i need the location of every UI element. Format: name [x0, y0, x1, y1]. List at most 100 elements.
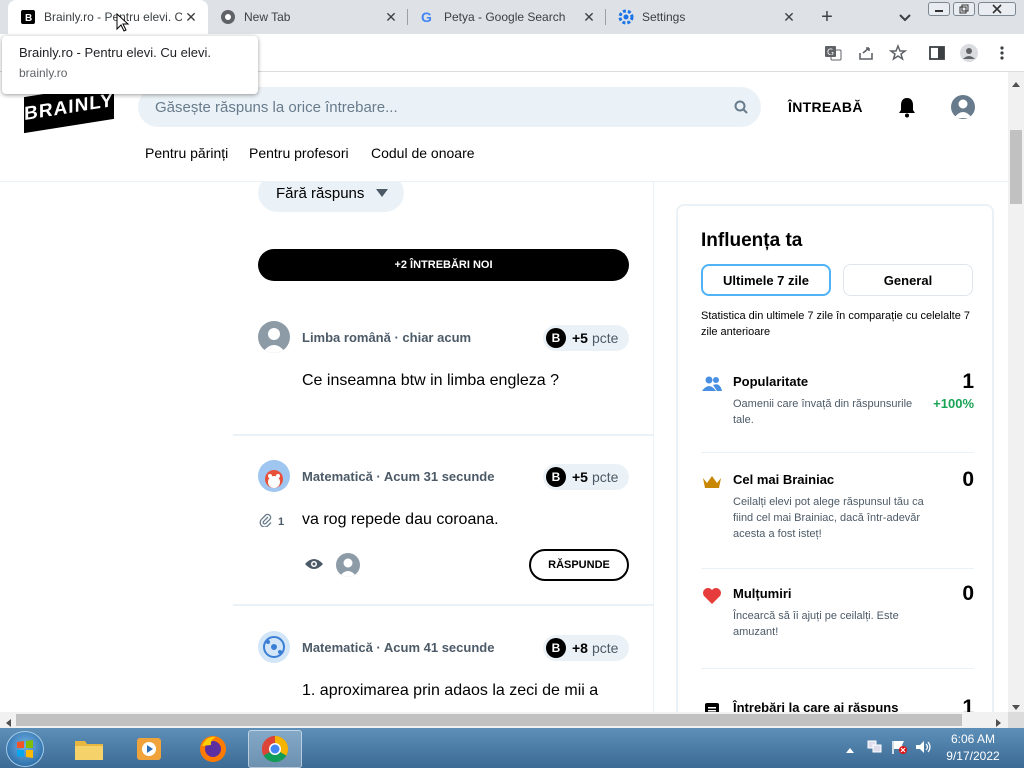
chevron-down-icon [376, 189, 389, 197]
points-value: +5 [572, 469, 588, 485]
stat-value: 1 [962, 370, 974, 393]
taskbar-clock[interactable]: 6:06 AM 9/17/2022 [940, 731, 1006, 765]
question-separator [233, 604, 653, 606]
tab-title: New Tab [244, 10, 291, 24]
nav-link-teachers[interactable]: Pentru profesori [249, 145, 349, 161]
stat-thanks: Mulțumiri 0 Încearcă să îi ajuți pe ceil… [701, 582, 974, 640]
menu-kebab-icon[interactable] [992, 43, 1012, 63]
tab-google-search[interactable]: G Petya - Google Search ✕ [408, 0, 606, 34]
brainly-points-icon: B [546, 467, 566, 487]
firefox-icon[interactable] [186, 730, 240, 768]
nav-link-parents[interactable]: Pentru părinți [145, 145, 228, 161]
tab-brainly[interactable]: B Brainly.ro - Pentru elevi. C ✕ [8, 0, 208, 34]
search-placeholder: Găsește răspuns la orice întrebare... [155, 98, 398, 116]
tray-expand-icon[interactable] [845, 741, 855, 759]
new-questions-button[interactable]: +2 ÎNTREBĂRI NOI [258, 249, 629, 281]
tab-title: Brainly.ro - Pentru elevi. C [44, 10, 182, 24]
stat-description: Ceilalți elevi pot alege răspunsul tău c… [733, 496, 924, 540]
vertical-scroll-thumb[interactable] [1010, 130, 1022, 204]
nav-link-honor-code[interactable]: Codul de onoare [371, 145, 475, 161]
chrome-taskbar-icon[interactable] [248, 730, 302, 768]
points-unit: pcte [591, 469, 619, 485]
tab-last-7-days[interactable]: Ultimele 7 zile [701, 264, 831, 296]
people-icon [701, 374, 723, 394]
settings-gear-icon [618, 9, 634, 25]
tooltip-url: brainly.ro [19, 66, 68, 80]
minimize-button[interactable] [928, 2, 950, 16]
stat-brainiac: Cel mai Brainiac 0 Ceilalți elevi pot al… [701, 468, 974, 540]
close-tab-icon[interactable]: ✕ [580, 8, 598, 26]
viewer-avatar [336, 553, 360, 577]
question-time: Acum 31 secunde [383, 469, 495, 484]
question-time: Acum 41 secunde [383, 640, 495, 655]
search-icon[interactable] [721, 100, 761, 114]
action-center-flag-icon[interactable] [890, 739, 908, 760]
media-player-icon[interactable] [122, 730, 176, 768]
question-text[interactable]: va rog repede dau coroana. [302, 511, 499, 529]
heart-icon [701, 586, 723, 606]
close-tab-icon[interactable]: ✕ [382, 8, 400, 26]
tab-general[interactable]: General [843, 264, 973, 296]
question-time: chiar acum [402, 330, 472, 345]
stat-value: 0 [962, 582, 974, 605]
tab-search-chevron-icon[interactable] [896, 8, 914, 26]
paperclip-icon [259, 513, 273, 530]
google-icon: G [420, 9, 436, 25]
filter-label: Fără răspuns [276, 184, 365, 202]
close-tab-icon[interactable]: ✕ [780, 8, 798, 26]
tab-settings[interactable]: Settings ✕ [606, 0, 806, 34]
translate-icon[interactable]: G [823, 43, 843, 63]
asker-avatar[interactable] [258, 321, 290, 353]
asker-avatar[interactable] [258, 631, 290, 663]
stat-description: Oamenii care învață din răspunsurile tal… [733, 398, 913, 426]
attachment-indicator: 1 [259, 513, 284, 530]
share-icon[interactable] [856, 43, 876, 63]
svg-text:G: G [421, 9, 432, 25]
svg-text:B: B [25, 13, 32, 24]
question-subject[interactable]: Matematică [302, 469, 373, 484]
list-icon [701, 700, 723, 712]
horizontal-scroll-thumb[interactable] [16, 714, 962, 726]
brainly-points-icon: B [546, 328, 566, 348]
stat-answered: Întrebări la care ai răspuns 1 [701, 696, 974, 712]
question-text[interactable]: Ce inseamna btw in limba engleza ? [302, 372, 559, 390]
user-avatar[interactable] [951, 95, 975, 119]
clock-time: 6:06 AM [950, 732, 996, 746]
question-subject[interactable]: Limba română [302, 330, 391, 345]
stat-name: Mulțumiri [733, 586, 792, 601]
scroll-up-arrow-icon[interactable] [1011, 75, 1021, 93]
ask-button[interactable]: ÎNTREABĂ [788, 99, 863, 115]
volume-icon[interactable] [914, 739, 932, 760]
chrome-icon [220, 9, 236, 25]
asker-avatar[interactable] [258, 460, 290, 492]
stat-name: Popularitate [733, 374, 809, 389]
tab-title: Petya - Google Search [444, 10, 566, 24]
stat-popularity: Popularitate 1 Oamenii care învață din r… [701, 370, 974, 432]
bookmark-star-icon[interactable] [888, 43, 908, 63]
restore-button[interactable] [953, 2, 975, 16]
file-explorer-icon[interactable] [62, 730, 116, 768]
points-badge: B +5 pcte [543, 325, 629, 351]
panel-title: Influența ta [701, 230, 803, 251]
close-window-button[interactable] [978, 2, 1016, 16]
question-subject[interactable]: Matematică [302, 640, 373, 655]
tab-new-tab[interactable]: New Tab ✕ [208, 0, 408, 34]
stat-value: 1 [962, 696, 974, 712]
new-tab-button[interactable]: + [816, 6, 838, 28]
tooltip-title: Brainly.ro - Pentru elevi. Cu elevi. [19, 45, 211, 60]
answer-button[interactable]: RĂSPUNDE [529, 549, 629, 581]
question-separator [233, 434, 653, 436]
start-button[interactable] [6, 731, 44, 767]
mouse-cursor-icon [116, 12, 130, 38]
profile-icon[interactable] [959, 43, 979, 63]
attachment-count: 1 [278, 515, 285, 528]
close-tab-icon[interactable]: ✕ [182, 8, 200, 26]
tab-title: Settings [642, 10, 686, 24]
side-panel-icon[interactable] [927, 43, 947, 63]
question-text[interactable]: 1. aproximarea prin adaos la zeci de mii… [302, 682, 598, 700]
points-unit: pcte [591, 330, 619, 346]
notifications-bell-icon[interactable] [897, 96, 917, 123]
network-icon[interactable] [866, 739, 884, 760]
stat-name: Întrebări la care ai răspuns [733, 700, 899, 712]
panel-description: Statistica din ultimele 7 zile în compar… [701, 310, 971, 338]
